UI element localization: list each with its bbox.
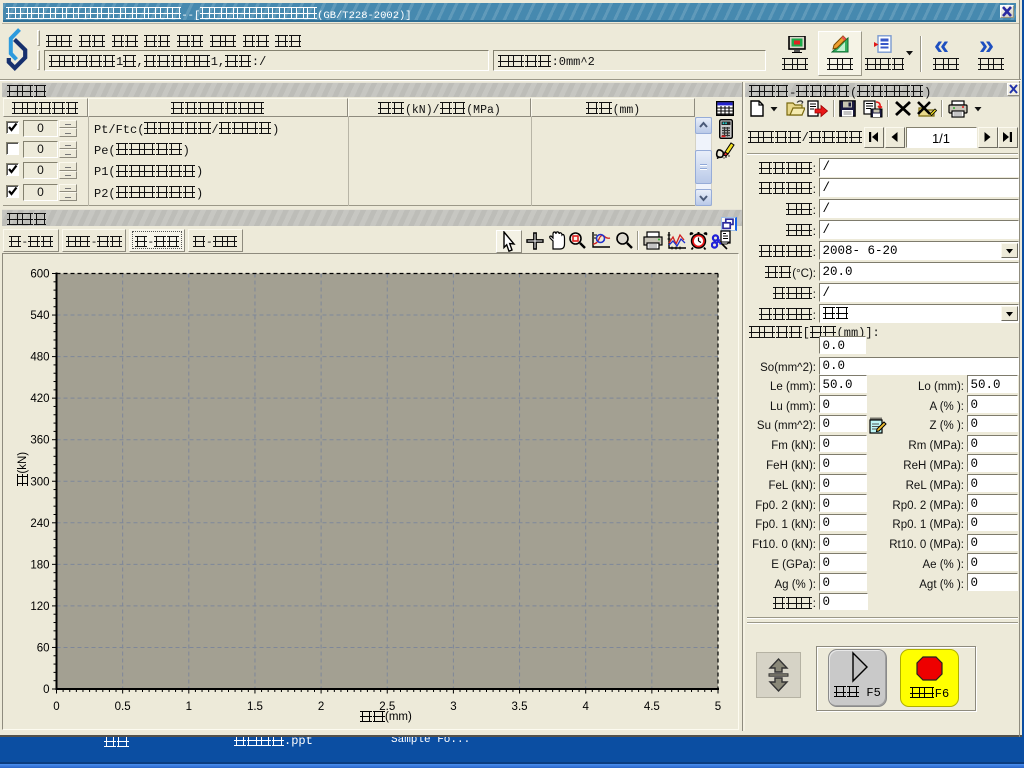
svg-text:2: 2 <box>317 701 323 713</box>
svg-text:4: 4 <box>582 701 589 713</box>
svg-text:0.5: 0.5 <box>114 701 130 713</box>
svg-text:3: 3 <box>450 701 456 713</box>
svg-text:4.5: 4.5 <box>643 701 659 713</box>
svg-text:240: 240 <box>30 517 49 529</box>
svg-text:1.5: 1.5 <box>246 701 262 713</box>
svg-text:360: 360 <box>30 434 49 446</box>
svg-text:420: 420 <box>30 393 49 405</box>
svg-text:0: 0 <box>43 684 49 696</box>
svg-text:180: 180 <box>30 559 49 571</box>
svg-text:5: 5 <box>714 701 720 713</box>
svg-text:300: 300 <box>30 476 49 488</box>
svg-text:600: 600 <box>30 268 49 280</box>
svg-text:60: 60 <box>36 642 49 654</box>
svg-text:120: 120 <box>30 600 49 612</box>
svg-text:480: 480 <box>30 351 49 363</box>
svg-text:3.5: 3.5 <box>511 701 527 713</box>
svg-text:540: 540 <box>30 310 49 322</box>
svg-text:0: 0 <box>53 701 59 713</box>
svg-text:1: 1 <box>185 701 191 713</box>
